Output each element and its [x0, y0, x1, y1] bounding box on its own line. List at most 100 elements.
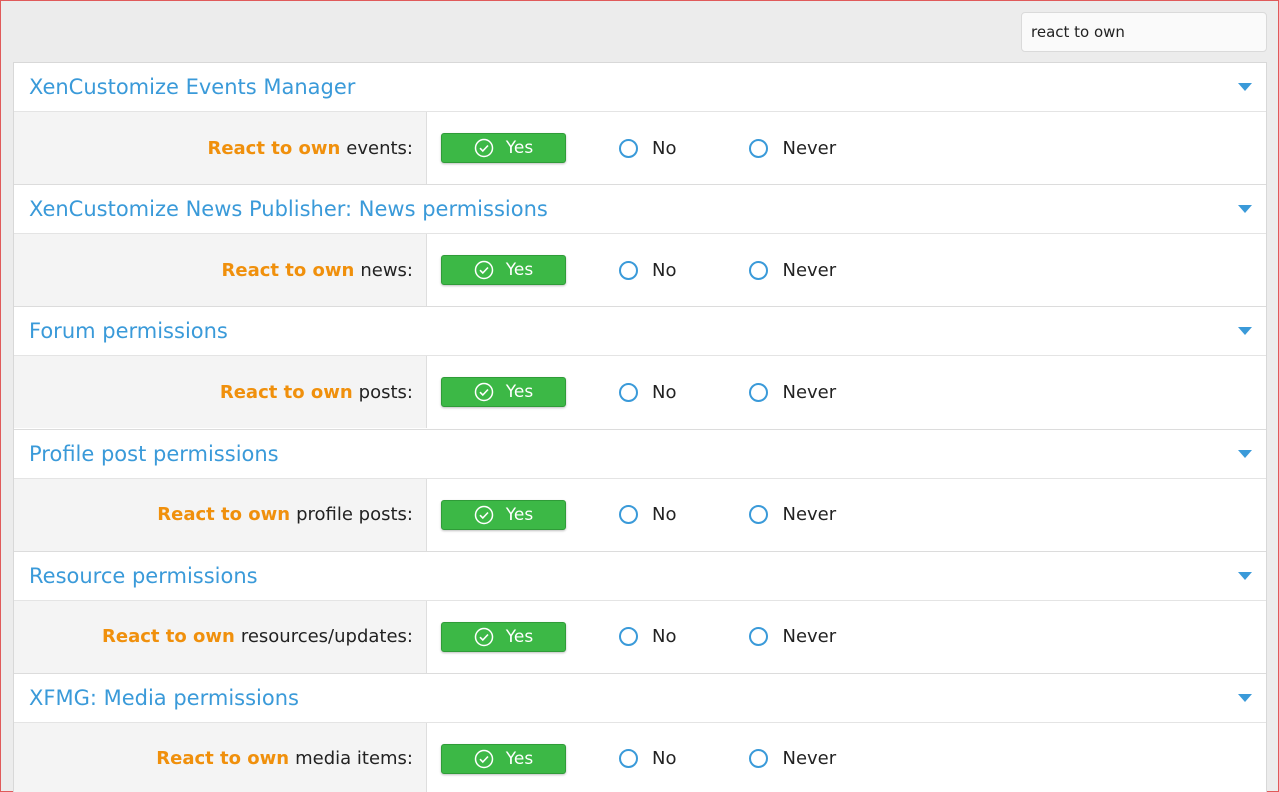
permission-row: React to own news: Yes No Never: [14, 234, 1266, 307]
label-rest: posts:: [358, 381, 413, 403]
section-title: Forum permissions: [29, 319, 228, 344]
highlight-text: React to own: [207, 137, 341, 159]
permission-label: React to own profile posts:: [14, 478, 427, 551]
radio-icon[interactable]: [749, 382, 769, 402]
no-option[interactable]: No: [619, 138, 676, 159]
yes-option[interactable]: Yes: [441, 743, 566, 774]
check-circle-icon: [474, 749, 494, 769]
section-events-manager: XenCustomize Events Manager React to own…: [14, 63, 1266, 186]
permissions-panel: XenCustomize Events Manager React to own…: [13, 62, 1267, 792]
caret-down-icon[interactable]: [1238, 449, 1252, 458]
top-bar: [1, 1, 1278, 62]
permission-label: React to own posts:: [14, 356, 427, 429]
never-label: Never: [782, 626, 837, 648]
label-rest: resources/updates:: [240, 626, 413, 648]
permission-label: React to own events:: [14, 112, 427, 184]
radio-icon[interactable]: [749, 749, 769, 769]
section-header[interactable]: XenCustomize News Publisher: News permis…: [14, 185, 1266, 235]
permission-options: Yes No Never: [427, 356, 836, 428]
highlight-text: React to own: [219, 381, 353, 403]
permission-options: Yes No Never: [427, 601, 836, 673]
yes-option[interactable]: Yes: [441, 255, 566, 286]
section-header[interactable]: Profile post permissions: [14, 430, 1266, 479]
no-option[interactable]: No: [619, 748, 676, 769]
never-label: Never: [782, 259, 837, 281]
no-option[interactable]: No: [619, 382, 676, 403]
yes-label: Yes: [505, 382, 534, 403]
no-label: No: [652, 504, 677, 526]
radio-icon[interactable]: [619, 505, 638, 525]
highlight-text: React to own: [157, 504, 291, 526]
check-circle-icon: [474, 505, 494, 524]
highlight-text: React to own: [221, 259, 355, 281]
caret-down-icon[interactable]: [1238, 327, 1252, 336]
check-circle-icon: [474, 627, 494, 646]
radio-icon[interactable]: [619, 260, 638, 280]
no-label: No: [652, 381, 677, 403]
never-label: Never: [782, 504, 837, 526]
caret-down-icon[interactable]: [1238, 205, 1252, 214]
section-title: Resource permissions: [29, 563, 258, 588]
yes-label: Yes: [505, 138, 534, 158]
yes-option[interactable]: Yes: [441, 621, 566, 652]
never-option[interactable]: Never: [749, 138, 836, 159]
section-forum: Forum permissions React to own posts: Ye…: [14, 307, 1266, 430]
never-option[interactable]: Never: [749, 626, 836, 647]
yes-label: Yes: [505, 626, 534, 647]
permission-options: Yes No Never: [427, 723, 836, 792]
permission-options: Yes No Never: [427, 112, 836, 184]
section-header[interactable]: XenCustomize Events Manager: [14, 63, 1266, 112]
never-label: Never: [782, 381, 837, 403]
no-label: No: [652, 626, 677, 648]
no-option[interactable]: No: [619, 626, 676, 647]
section-header[interactable]: XFMG: Media permissions: [14, 674, 1266, 723]
yes-label: Yes: [505, 504, 534, 525]
no-option[interactable]: No: [619, 504, 676, 525]
radio-icon[interactable]: [619, 382, 638, 402]
never-label: Never: [782, 137, 837, 159]
permission-label: React to own resources/updates:: [14, 600, 427, 673]
search-input[interactable]: [1021, 12, 1267, 52]
radio-icon[interactable]: [619, 627, 638, 647]
highlight-text: React to own: [102, 626, 235, 648]
never-option[interactable]: Never: [749, 504, 836, 525]
check-circle-icon: [474, 138, 494, 158]
radio-icon[interactable]: [749, 260, 769, 280]
yes-option[interactable]: Yes: [441, 377, 566, 408]
yes-label: Yes: [505, 748, 534, 769]
no-option[interactable]: No: [619, 260, 676, 281]
section-header[interactable]: Forum permissions: [14, 307, 1266, 357]
section-news-publisher: XenCustomize News Publisher: News permis…: [14, 185, 1266, 308]
section-title: XFMG: Media permissions: [29, 685, 299, 710]
section-resource: Resource permissions React to own resour…: [14, 552, 1266, 674]
yes-option[interactable]: Yes: [441, 133, 566, 163]
section-title: Profile post permissions: [29, 441, 279, 466]
radio-icon[interactable]: [619, 749, 638, 769]
caret-down-icon[interactable]: [1238, 571, 1252, 580]
permission-row: React to own profile posts: Yes No Never: [14, 478, 1266, 551]
section-title: XenCustomize News Publisher: News permis…: [29, 197, 548, 222]
radio-icon[interactable]: [749, 505, 769, 525]
no-label: No: [652, 748, 677, 770]
permission-options: Yes No Never: [427, 479, 836, 551]
permission-options: Yes No Never: [427, 234, 836, 306]
never-label: Never: [782, 748, 837, 770]
never-option[interactable]: Never: [749, 260, 836, 281]
permission-row: React to own posts: Yes No Never: [14, 356, 1266, 429]
radio-icon[interactable]: [749, 138, 769, 158]
section-title: XenCustomize Events Manager: [29, 75, 356, 99]
yes-option[interactable]: Yes: [441, 499, 566, 530]
permission-row: React to own events: Yes No Never: [14, 112, 1266, 184]
caret-down-icon[interactable]: [1238, 83, 1252, 91]
check-circle-icon: [474, 383, 494, 402]
caret-down-icon[interactable]: [1238, 693, 1252, 702]
never-option[interactable]: Never: [749, 382, 836, 403]
check-circle-icon: [474, 260, 494, 280]
radio-icon[interactable]: [749, 627, 769, 647]
radio-icon[interactable]: [619, 138, 638, 158]
never-option[interactable]: Never: [749, 748, 836, 769]
section-header[interactable]: Resource permissions: [14, 552, 1266, 601]
label-rest: news:: [360, 259, 413, 281]
section-xfmg-media: XFMG: Media permissions React to own med…: [14, 674, 1266, 792]
no-label: No: [652, 137, 677, 159]
